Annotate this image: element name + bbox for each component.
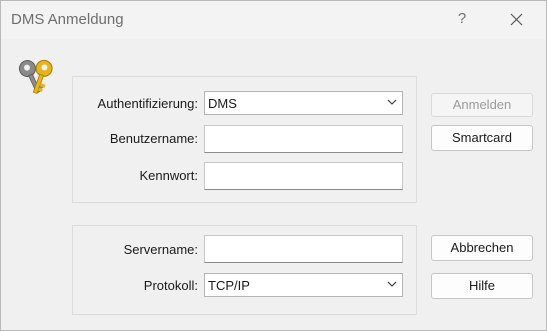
chevron-down-icon [387,281,397,287]
authentication-label: Authentifizierung: [97,96,198,111]
cancel-button[interactable]: Abbrechen [431,235,533,261]
help-button[interactable]: Hilfe [431,273,533,299]
chevron-down-icon [387,99,397,105]
password-label: Kennwort: [139,168,198,183]
dialog-body: Authentifizierung: DMS Benutzername: Ken… [1,39,546,330]
title-bar[interactable]: DMS Anmeldung ? [1,1,546,39]
close-icon [510,13,523,26]
protocol-label: Protokoll: [143,278,198,293]
authentication-select[interactable]: DMS [204,91,403,115]
servername-field[interactable] [204,235,403,263]
keys-icon [18,59,53,94]
login-button[interactable]: Anmelden [431,93,533,117]
login-dialog: DMS Anmeldung ? Authentifizierung: DMS B… [0,0,547,331]
help-title-button[interactable]: ? [447,3,477,35]
protocol-select[interactable]: TCP/IP [204,273,403,297]
protocol-value: TCP/IP [208,278,250,293]
smartcard-button[interactable]: Smartcard [431,125,533,151]
servername-label: Servername: [123,242,198,257]
window-title: DMS Anmeldung [11,11,124,28]
password-field[interactable] [204,162,403,190]
username-label: Benutzername: [109,131,198,146]
username-field[interactable] [204,125,403,153]
authentication-value: DMS [208,96,237,111]
close-button[interactable] [493,3,539,35]
